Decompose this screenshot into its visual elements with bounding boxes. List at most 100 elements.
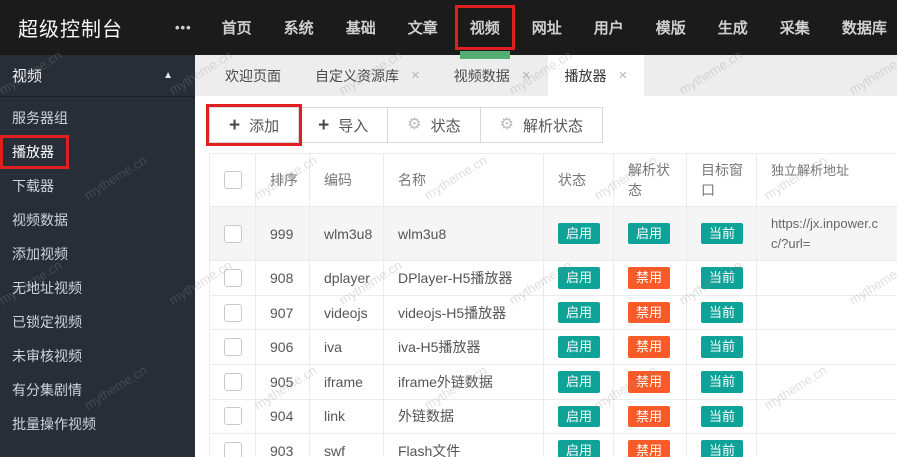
cell-url: [757, 434, 897, 457]
nav-item-label: 用户: [593, 20, 624, 37]
row-checkbox[interactable]: [224, 303, 242, 322]
nav-item[interactable]: 视频: [454, 5, 515, 59]
nav-item-label: 文章: [407, 20, 438, 37]
target-window-badge[interactable]: 当前: [701, 267, 744, 289]
cell-parse-status: 禁用: [614, 434, 687, 457]
toolbar-button[interactable]: + 导入: [298, 107, 389, 143]
row-checkbox[interactable]: [224, 269, 242, 288]
sidebar-item[interactable]: 批量操作视频: [0, 407, 195, 441]
row-checkbox[interactable]: [224, 372, 242, 391]
nav-item[interactable]: 首页: [211, 9, 263, 46]
parse-status-badge[interactable]: 禁用: [628, 405, 671, 428]
nav-item[interactable]: 数据库: [831, 9, 897, 46]
sidebar-header[interactable]: 视频 ▲: [0, 55, 195, 97]
cell-name: 外链数据: [384, 399, 544, 434]
column-header: 目标窗口: [687, 154, 757, 206]
toolbar-button-label: 添加: [249, 117, 280, 135]
tab-close-icon[interactable]: ×: [522, 67, 531, 84]
target-window-badge[interactable]: 当前: [701, 301, 744, 324]
toolbar-button-label: 状态: [430, 117, 461, 135]
target-window-badge[interactable]: 当前: [701, 371, 744, 393]
tab[interactable]: 视频数据 ×: [437, 55, 548, 96]
tab-close-icon[interactable]: ×: [411, 67, 420, 84]
row-checkbox[interactable]: [224, 224, 242, 243]
column-header: 解析状态: [614, 154, 687, 206]
sidebar-item[interactable]: 播放器: [0, 135, 195, 169]
cell-name: iframe外链数据: [384, 365, 544, 399]
status-badge[interactable]: 启用: [558, 301, 601, 324]
app-title: 超级控制台: [18, 19, 123, 41]
toolbar-button[interactable]: + 添加: [205, 104, 303, 146]
table-row: 905 iframe iframe外链数据 启用 禁用 当前: [210, 365, 897, 400]
parse-status-badge[interactable]: 禁用: [628, 371, 671, 393]
column-header: 独立解析地址: [771, 163, 850, 178]
cell-status: 启用: [544, 207, 614, 261]
sidebar-item[interactable]: 服务器组: [0, 101, 195, 135]
cell-parse-status: 禁用: [614, 295, 687, 330]
tab[interactable]: 播放器 ×: [547, 55, 645, 96]
table-header-row: 排序 编码 名称 状态 解析状态 目标窗口 独立解析地址: [210, 154, 897, 207]
row-checkbox[interactable]: [224, 442, 242, 457]
sidebar-item-label: 视频数据: [12, 212, 68, 228]
cell-name: iva-H5播放器: [384, 330, 544, 365]
sidebar-item[interactable]: 下载器: [0, 169, 195, 203]
parse-status-badge[interactable]: 启用: [628, 222, 671, 245]
nav-item[interactable]: 模版: [645, 9, 697, 46]
parse-status-badge[interactable]: 禁用: [628, 336, 671, 359]
sidebar-item[interactable]: 已锁定视频: [0, 305, 195, 339]
cell-code: dplayer: [310, 261, 384, 295]
nav-item[interactable]: 网址: [521, 9, 573, 46]
status-badge[interactable]: 启用: [558, 336, 601, 359]
column-header: 状态: [544, 154, 614, 206]
tab-close-icon[interactable]: ×: [619, 67, 628, 84]
cell-target-window: 当前: [687, 261, 757, 295]
select-all-checkbox[interactable]: [224, 171, 242, 189]
status-badge[interactable]: 启用: [558, 371, 601, 393]
nav-item[interactable]: 基础: [335, 9, 387, 46]
sidebar-item[interactable]: 添加视频: [0, 237, 195, 271]
cell-code: videojs: [310, 295, 384, 330]
cell-name: wlm3u8: [384, 207, 544, 261]
tab-bar: 欢迎页面 自定义资源库 × 视频数据 × 播放器 ×: [195, 55, 897, 96]
toolbar-button[interactable]: ⚙ 状态: [387, 107, 481, 143]
status-badge[interactable]: 启用: [558, 440, 601, 457]
status-badge[interactable]: 启用: [558, 405, 601, 428]
sidebar-item-label: 未审核视频: [12, 348, 82, 364]
nav-item-label: 数据库: [841, 20, 887, 37]
toolbar-button[interactable]: ⚙ 解析状态: [479, 107, 603, 143]
parse-status-badge[interactable]: 禁用: [628, 440, 671, 457]
sidebar-item[interactable]: 有分集剧情: [0, 373, 195, 407]
cell-name: videojs-H5播放器: [384, 295, 544, 330]
tab[interactable]: 欢迎页面: [208, 55, 298, 96]
cell-target-window: 当前: [687, 207, 757, 261]
sidebar-item[interactable]: 未审核视频: [0, 339, 195, 373]
sidebar-item[interactable]: 无地址视频: [0, 271, 195, 305]
status-badge[interactable]: 启用: [558, 222, 601, 245]
row-checkbox[interactable]: [224, 407, 242, 426]
nav-item[interactable]: 文章: [397, 9, 449, 46]
parse-status-badge[interactable]: 禁用: [628, 267, 671, 289]
collapse-arrow-icon[interactable]: ▲: [163, 70, 173, 81]
nav-item[interactable]: 采集: [769, 9, 821, 46]
target-window-badge[interactable]: 当前: [701, 440, 744, 457]
sidebar-item-label: 无地址视频: [12, 280, 82, 296]
more-menu-icon[interactable]: •••: [175, 20, 192, 35]
plus-icon: +: [229, 114, 241, 136]
row-checkbox-cell: [210, 207, 256, 261]
tab-label: 播放器: [564, 67, 607, 84]
nav-item[interactable]: 系统: [273, 9, 325, 46]
nav-item[interactable]: 生成: [707, 9, 759, 46]
row-checkbox-cell: [210, 295, 256, 330]
status-badge[interactable]: 启用: [558, 267, 601, 289]
column-header: 编码: [310, 154, 384, 206]
tab[interactable]: 自定义资源库 ×: [298, 55, 437, 96]
nav-item-label: 采集: [779, 20, 810, 37]
sidebar-item[interactable]: 视频数据: [0, 203, 195, 237]
target-window-badge[interactable]: 当前: [701, 336, 744, 359]
cell-code: wlm3u8: [310, 207, 384, 261]
nav-item[interactable]: 用户: [583, 9, 635, 46]
target-window-badge[interactable]: 当前: [701, 222, 744, 245]
target-window-badge[interactable]: 当前: [701, 405, 744, 428]
row-checkbox[interactable]: [224, 338, 242, 357]
parse-status-badge[interactable]: 禁用: [628, 301, 671, 324]
